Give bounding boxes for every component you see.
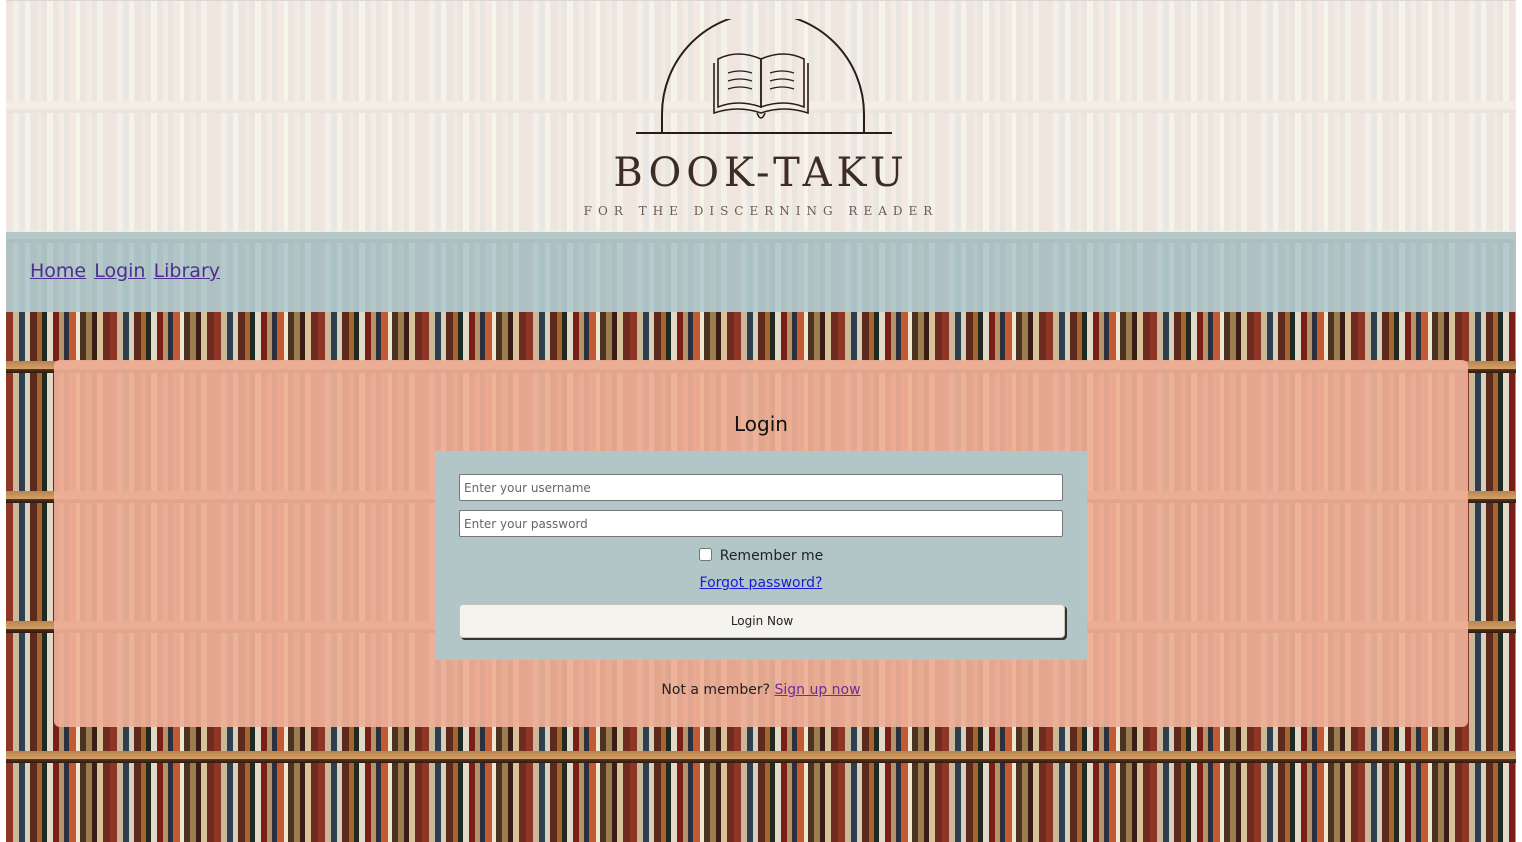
remember-me-checkbox[interactable] [698, 548, 712, 561]
login-panel: Login Remember me Forgot password? Login… [54, 360, 1468, 727]
brand-title: BOOK-TAKU [613, 150, 909, 196]
nav-link-library[interactable]: Library [154, 260, 220, 282]
nav-link-home[interactable]: Home [30, 260, 86, 282]
remember-me-label: Remember me [719, 548, 824, 564]
brand-tagline: FOR THE DISCERNING READER [583, 204, 939, 218]
sign-up-link[interactable]: Sign up now [774, 682, 860, 698]
nav-link-login[interactable]: Login [94, 260, 145, 282]
main-nav: Home Login Library [6, 232, 1516, 312]
forgot-password-link[interactable]: Forgot password? [700, 575, 823, 591]
open-book-arch-icon [636, 19, 892, 134]
signup-prompt-row: Not a member? Sign up now [54, 682, 1468, 698]
username-input[interactable] [459, 474, 1063, 501]
signup-prompt-text: Not a member? [661, 682, 771, 698]
login-title: Login [734, 412, 788, 436]
login-now-button[interactable]: Login Now [459, 604, 1065, 638]
remember-me-row: Remember me [435, 548, 1087, 564]
password-input[interactable] [459, 510, 1063, 537]
page: BOOK-TAKU FOR THE DISCERNING READER Home… [6, 0, 1516, 842]
forgot-password-row: Forgot password? [435, 575, 1087, 591]
site-header: BOOK-TAKU FOR THE DISCERNING READER [6, 1, 1516, 232]
login-form: Remember me Forgot password? Login Now [435, 451, 1087, 660]
